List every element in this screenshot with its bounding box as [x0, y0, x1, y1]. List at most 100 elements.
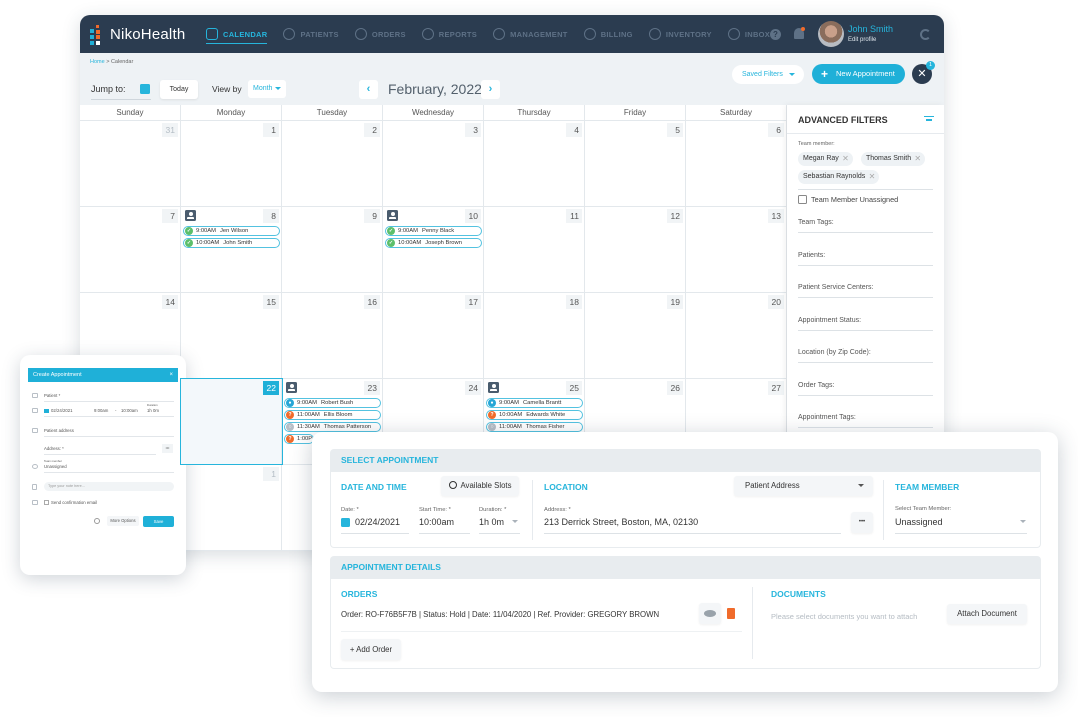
calendar-day-cell[interactable]: 19	[585, 293, 686, 378]
filter-field[interactable]: Appointment Status:	[798, 317, 933, 331]
start-time-field[interactable]: 9:00am	[94, 408, 108, 413]
available-slots-button[interactable]: Available Slots	[441, 476, 519, 496]
calendar-day-cell[interactable]: 1	[181, 121, 282, 206]
appointment-pill[interactable]: ○ 11:00AM Thomas Fisher	[486, 422, 583, 432]
remove-chip-icon[interactable]: ✕	[914, 152, 921, 166]
appointment-pill[interactable]: ✓ 9:00AM Penny Black	[385, 226, 482, 236]
remove-chip-icon[interactable]: ✕	[869, 170, 876, 184]
end-time-field[interactable]: 10:00am	[121, 408, 138, 413]
calendar-day-cell[interactable]: 16	[282, 293, 383, 378]
address-field[interactable]: Address: *	[44, 446, 64, 451]
date-field[interactable]: 02/24/2021	[355, 517, 400, 527]
nav-patients[interactable]: PATIENTS	[275, 15, 346, 53]
appointment-pill[interactable]: ?1:00PM	[284, 434, 314, 444]
prev-month-button[interactable]: ‹	[359, 80, 378, 99]
appointment-pill[interactable]: ✓ 10:00AM John Smith	[183, 238, 280, 248]
filter-field[interactable]: Appointment Tags:	[798, 414, 933, 428]
new-appointment-button[interactable]: + New Appointment	[812, 64, 905, 84]
filter-field[interactable]: Patients:	[798, 252, 933, 266]
settings-icon[interactable]	[94, 518, 100, 524]
view-by-select[interactable]: Month	[248, 80, 286, 98]
edit-profile-link[interactable]: Edit profile	[848, 37, 876, 43]
assigned-person-icon[interactable]	[488, 382, 499, 393]
send-email-checkbox[interactable]	[44, 500, 49, 505]
calendar-day-cell[interactable]: 5	[585, 121, 686, 206]
calendar-day-cell[interactable]: 12	[585, 207, 686, 292]
date-picker-calendar-icon[interactable]	[140, 84, 150, 94]
save-button[interactable]: Save	[143, 516, 174, 527]
delete-order-icon[interactable]	[727, 608, 735, 619]
user-name[interactable]: John Smith	[848, 24, 893, 34]
remove-chip-icon[interactable]: ✕	[842, 152, 849, 166]
assigned-person-icon[interactable]	[387, 210, 398, 221]
filter-field[interactable]: Patient Service Centers:	[798, 284, 933, 298]
calendar-day-cell[interactable]: 8 ✓ 9:00AM Jen Wilson ✓ 10:00AM John Smith	[181, 207, 282, 292]
calendar-day-cell[interactable]: 17	[383, 293, 484, 378]
date-picker-icon[interactable]	[44, 409, 49, 413]
calendar-day-cell[interactable]: 11	[484, 207, 585, 292]
saved-filters-dropdown[interactable]: Saved Filters	[732, 65, 804, 84]
nav-calendar[interactable]: CALENDAR	[198, 15, 275, 53]
appointment-pill[interactable]: ? 10:00AM Edwards White	[486, 410, 583, 420]
duration-select[interactable]: 1h 0m	[479, 517, 504, 527]
user-avatar[interactable]	[818, 21, 844, 47]
calendar-day-cell[interactable]: 31	[80, 121, 181, 206]
close-icon[interactable]: ×	[169, 368, 173, 382]
calendar-day-cell[interactable]: 2	[282, 121, 383, 206]
nav-billing[interactable]: BILLING	[576, 15, 641, 53]
calendar-day-cell[interactable]: 4	[484, 121, 585, 206]
appointment-pill[interactable]: ✓ 10:00AM Joseph Brown	[385, 238, 482, 248]
team-member-chip[interactable]: Thomas Smith ✕	[861, 152, 926, 166]
team-member-chip[interactable]: Sebastian Raynolds ✕	[798, 170, 880, 184]
unassigned-checkbox[interactable]	[798, 195, 807, 204]
nav-inventory[interactable]: INVENTORY	[641, 15, 720, 53]
today-button[interactable]: Today	[160, 80, 198, 99]
assigned-person-icon[interactable]	[185, 210, 196, 221]
nav-reports[interactable]: REPORTS	[414, 15, 485, 53]
calendar-day-cell[interactable]: 18	[484, 293, 585, 378]
calendar-day-cell[interactable]: 22	[180, 378, 283, 465]
calendar-day-cell[interactable]: 15	[181, 293, 282, 378]
calendar-icon[interactable]	[341, 518, 350, 527]
calendar-day-cell[interactable]: 7	[80, 207, 181, 292]
team-member-select[interactable]: Unassigned	[895, 517, 943, 527]
date-field[interactable]: 02/24/2021	[51, 408, 73, 413]
appointment-pill[interactable]: ? 11:00AM Ellis Bloom	[284, 410, 381, 420]
calendar-day-cell[interactable]: 10 ✓ 9:00AM Penny Black ✓ 10:00AM Joseph Brown	[383, 207, 484, 292]
filter-field[interactable]: Order Tags:	[798, 382, 933, 396]
appointment-pill[interactable]: ✓ 9:00AM Jen Wilson	[183, 226, 280, 236]
assigned-person-icon[interactable]	[286, 382, 297, 393]
filter-field[interactable]: Team Tags:	[798, 219, 933, 233]
calendar-day-cell[interactable]: 6	[686, 121, 787, 206]
help-icon[interactable]: ?	[770, 29, 781, 40]
patient-field[interactable]: Patient *	[44, 393, 60, 398]
appointment-pill[interactable]: ○ 11:30AM Thomas Patterson	[284, 422, 381, 432]
location-type-select[interactable]: Patient Address	[734, 476, 873, 496]
calendar-day-cell[interactable]: 20	[686, 293, 787, 378]
nav-orders[interactable]: ORDERS	[347, 15, 414, 53]
appointment-pill[interactable]: ● 9:00AM Camella Brantt	[486, 398, 583, 408]
note-input[interactable]: Type your note here...	[44, 482, 174, 491]
clear-filters-icon[interactable]	[924, 116, 934, 124]
logout-icon[interactable]	[920, 29, 931, 40]
duration-select[interactable]: 1h 0m	[147, 408, 159, 413]
calendar-day-cell[interactable]: 13	[686, 207, 787, 292]
address-type-select[interactable]: Patient address	[44, 428, 74, 433]
order-line[interactable]: Order: RO-F76B5F7B | Status: Hold | Date…	[341, 610, 659, 619]
filter-field[interactable]: Location (by Zip Code):	[798, 349, 933, 363]
team-member-select[interactable]: Unassigned	[44, 464, 67, 469]
address-more-button[interactable]: •••	[162, 444, 173, 453]
team-member-chip[interactable]: Megan Ray ✕	[798, 152, 853, 166]
brand-logo[interactable]: NikoHealth	[90, 23, 185, 45]
breadcrumb-home[interactable]: Home	[90, 59, 105, 65]
more-options-button[interactable]: More Options	[107, 516, 139, 526]
calendar-day-cell[interactable]: 9	[282, 207, 383, 292]
calendar-day-cell[interactable]: 3	[383, 121, 484, 206]
add-order-button[interactable]: + Add Order	[341, 639, 401, 660]
address-more-button[interactable]: •••	[851, 512, 873, 533]
calendar-day-cell[interactable]: 1	[181, 465, 282, 550]
address-field[interactable]: 213 Derrick Street, Boston, MA, 02130	[544, 517, 698, 527]
appointment-pill[interactable]: ● 9:00AM Robert Bush	[284, 398, 381, 408]
nav-management[interactable]: MANAGEMENT	[485, 15, 576, 53]
attach-document-button[interactable]: Attach Document	[947, 604, 1027, 624]
